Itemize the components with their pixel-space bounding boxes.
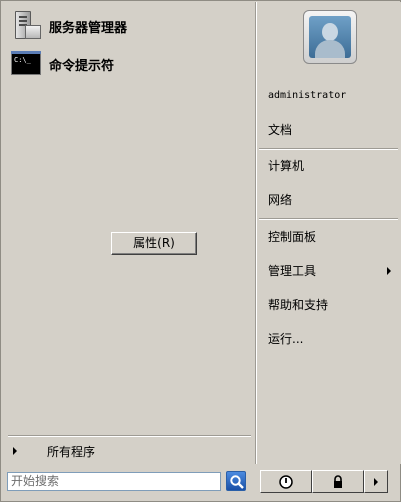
right-item-network[interactable]: 网络 bbox=[268, 190, 292, 210]
program-label: 命令提示符 bbox=[49, 58, 115, 74]
power-controls bbox=[260, 470, 388, 493]
all-programs-separator bbox=[8, 435, 251, 437]
all-programs-label: 所有程序 bbox=[47, 444, 96, 459]
right-separator bbox=[259, 148, 398, 150]
right-item-username[interactable]: administrator bbox=[268, 86, 346, 106]
lock-button[interactable] bbox=[312, 470, 364, 493]
all-programs-item[interactable]: 所有程序 bbox=[9, 441, 251, 461]
user-icon bbox=[309, 16, 351, 58]
search-input[interactable]: 开始搜索 bbox=[7, 472, 221, 491]
chevron-right-icon bbox=[387, 267, 391, 275]
right-item-run[interactable]: 运行... bbox=[268, 329, 303, 349]
program-command-prompt[interactable]: C:\_ 命令提示符 bbox=[9, 47, 249, 81]
server-manager-icon bbox=[9, 9, 43, 43]
power-button[interactable] bbox=[260, 470, 312, 493]
user-avatar[interactable] bbox=[303, 10, 357, 64]
start-menu: 服务器管理器 C:\_ 命令提示符 属性(R) 所有程序 开始搜索 admini… bbox=[0, 0, 401, 502]
lock-icon bbox=[334, 474, 342, 488]
chevron-right-icon bbox=[374, 478, 378, 486]
right-item-help-support[interactable]: 帮助和支持 bbox=[268, 295, 328, 315]
program-label: 服务器管理器 bbox=[49, 20, 128, 36]
search-button[interactable] bbox=[226, 471, 246, 491]
right-item-control-panel[interactable]: 控制面板 bbox=[268, 227, 316, 247]
search-icon bbox=[230, 475, 244, 489]
right-item-admin-tools[interactable]: 管理工具 bbox=[268, 261, 316, 281]
program-server-manager[interactable]: 服务器管理器 bbox=[9, 9, 249, 43]
right-item-computer[interactable]: 计算机 bbox=[268, 156, 304, 176]
cmd-icon: C:\_ bbox=[9, 47, 43, 81]
right-item-documents[interactable]: 文档 bbox=[268, 120, 292, 140]
right-separator bbox=[259, 218, 398, 220]
power-options-button[interactable] bbox=[364, 470, 388, 493]
properties-button[interactable]: 属性(R) bbox=[111, 232, 197, 255]
chevron-right-icon bbox=[13, 447, 17, 455]
power-icon bbox=[279, 474, 293, 489]
